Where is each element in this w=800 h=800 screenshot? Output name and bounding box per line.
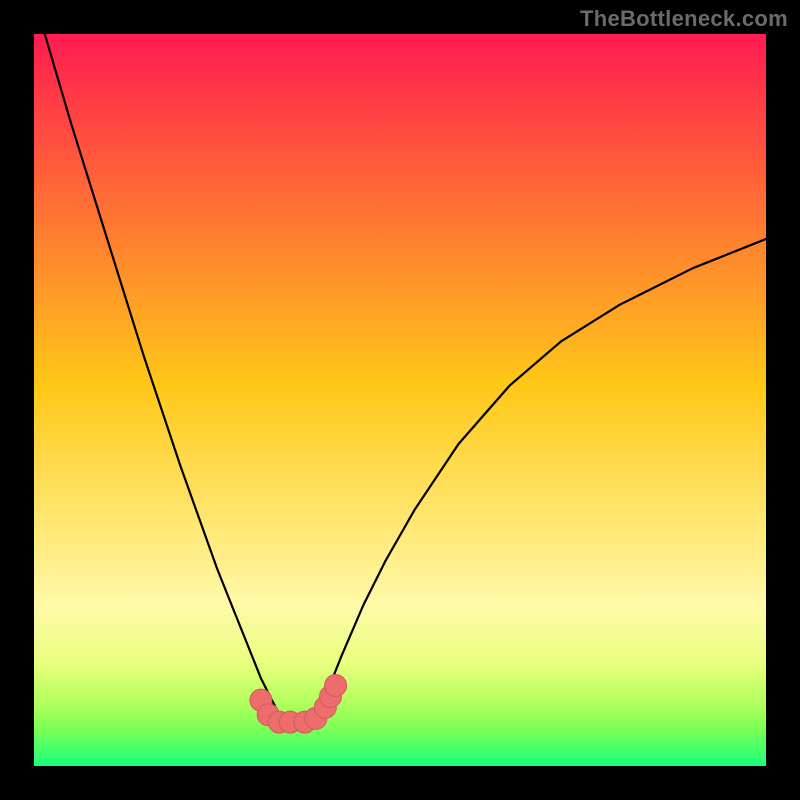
plot-area (34, 34, 766, 766)
data-marker (325, 675, 347, 697)
gradient-background (34, 34, 766, 766)
plot-svg (34, 34, 766, 766)
chart-frame: TheBottleneck.com (0, 0, 800, 800)
watermark-text: TheBottleneck.com (580, 6, 788, 32)
